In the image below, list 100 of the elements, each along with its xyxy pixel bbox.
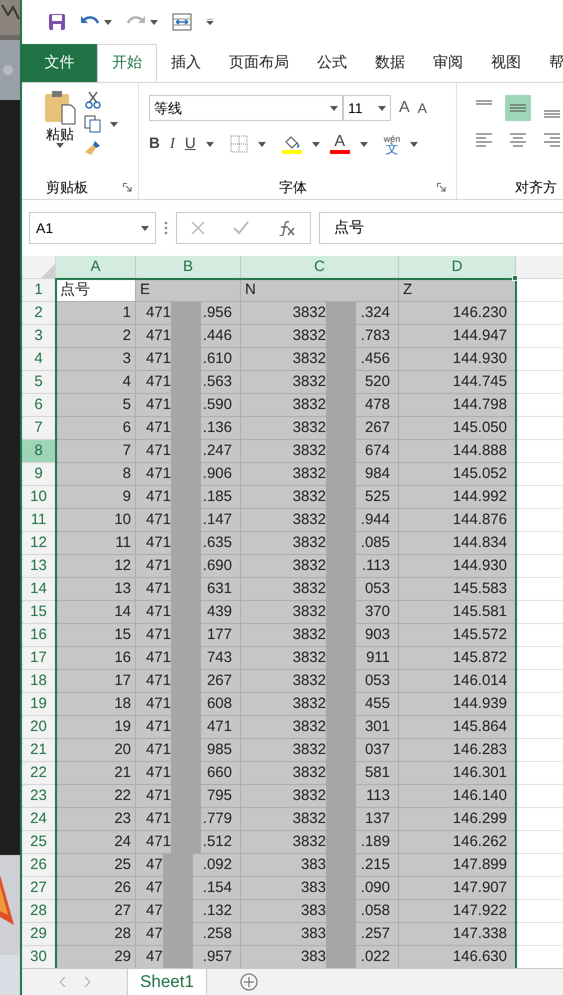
- fill-color-icon[interactable]: [282, 134, 302, 154]
- name-box[interactable]: A1: [29, 212, 156, 244]
- caret-icon[interactable]: [104, 20, 112, 24]
- ribbon-tab[interactable]: 插入: [157, 44, 215, 82]
- cell-text: 471: [146, 418, 172, 438]
- formula-field[interactable]: 点号: [319, 212, 563, 244]
- row-header[interactable]: 23: [22, 785, 56, 808]
- table-cell: 13: [56, 578, 136, 601]
- font-size-field[interactable]: 11: [343, 95, 391, 121]
- ribbon-tab[interactable]: 页面布局: [215, 44, 303, 82]
- row-header[interactable]: 8: [22, 440, 56, 463]
- cell-text: 3832: [292, 464, 326, 484]
- align-icon[interactable]: [505, 95, 531, 121]
- column-header[interactable]: B: [136, 256, 241, 279]
- file-tab[interactable]: 文件: [22, 44, 97, 82]
- cell-text: 471: [146, 326, 172, 346]
- cell-text: 471: [146, 602, 172, 622]
- column-header[interactable]: A: [56, 256, 136, 279]
- column-header[interactable]: C: [241, 256, 399, 279]
- ribbon-tab[interactable]: 公式: [303, 44, 361, 82]
- caret-icon[interactable]: [312, 142, 320, 147]
- function-icon[interactable]: [278, 220, 296, 236]
- grow-font-button[interactable]: A: [399, 96, 410, 120]
- column-width-icon[interactable]: [172, 13, 192, 31]
- caret-icon[interactable]: [258, 142, 266, 147]
- save-icon[interactable]: [48, 13, 66, 31]
- row-header[interactable]: 29: [22, 923, 56, 946]
- row-header[interactable]: 1: [22, 279, 56, 302]
- row-header[interactable]: 9: [22, 463, 56, 486]
- launcher-icon[interactable]: [437, 182, 446, 192]
- add-sheet-icon[interactable]: [240, 973, 258, 991]
- ribbon-tab[interactable]: 数据: [361, 44, 419, 82]
- row-header[interactable]: 14: [22, 578, 56, 601]
- caret-icon[interactable]: [410, 142, 418, 147]
- row-header[interactable]: 27: [22, 877, 56, 900]
- sheet-tab[interactable]: Sheet1: [127, 969, 207, 995]
- caret-icon[interactable]: [150, 20, 158, 24]
- row-header[interactable]: 18: [22, 670, 56, 693]
- row-header[interactable]: 2: [22, 302, 56, 325]
- row-header[interactable]: 4: [22, 348, 56, 371]
- scissors-icon[interactable]: [84, 91, 102, 109]
- row-header[interactable]: 11: [22, 509, 56, 532]
- cell-text: .154: [202, 878, 232, 898]
- cell-text: 471: [146, 464, 172, 484]
- row-header[interactable]: 12: [22, 532, 56, 555]
- row-header[interactable]: 17: [22, 647, 56, 670]
- check-icon[interactable]: [233, 221, 250, 235]
- row-header[interactable]: 25: [22, 831, 56, 854]
- ribbon-tab[interactable]: 开始: [97, 44, 157, 82]
- table-cell: 144.888: [399, 440, 516, 463]
- row-header[interactable]: 26: [22, 854, 56, 877]
- shrink-font-button[interactable]: A: [418, 98, 428, 118]
- group-label: 剪贴板: [46, 178, 88, 196]
- cell-text: .563: [202, 372, 232, 392]
- copy-icon[interactable]: [84, 115, 102, 133]
- row-header[interactable]: 7: [22, 417, 56, 440]
- cell-text: 47: [146, 946, 163, 967]
- caret-icon[interactable]: [330, 106, 338, 110]
- row-header[interactable]: 28: [22, 900, 56, 923]
- caret-icon[interactable]: [206, 142, 214, 147]
- table-cell: 10: [56, 509, 136, 532]
- cell-text: 471: [146, 302, 172, 323]
- row-header[interactable]: 30: [22, 946, 56, 968]
- row-header[interactable]: 10: [22, 486, 56, 509]
- phonetic-button[interactable]: wén 文: [384, 134, 400, 154]
- caret-icon[interactable]: [110, 122, 118, 126]
- caret-icon[interactable]: [378, 106, 386, 110]
- caret-icon[interactable]: [56, 143, 64, 148]
- row-header[interactable]: 21: [22, 739, 56, 762]
- caret-icon[interactable]: [360, 142, 368, 147]
- italic-button[interactable]: I: [170, 133, 175, 156]
- cell-text: 3832: [292, 532, 326, 553]
- column-header[interactable]: D: [399, 256, 516, 279]
- row-header[interactable]: 20: [22, 716, 56, 739]
- fill-handle[interactable]: [512, 275, 518, 281]
- font-color-button[interactable]: A: [330, 134, 350, 154]
- underline-button[interactable]: U: [184, 133, 196, 156]
- border-icon[interactable]: [230, 135, 248, 154]
- table-cell: 25: [56, 854, 136, 877]
- bold-button[interactable]: B: [149, 133, 160, 156]
- customize-icon[interactable]: [206, 19, 214, 25]
- brush-icon[interactable]: [84, 139, 102, 157]
- row-header[interactable]: 15: [22, 601, 56, 624]
- row-header[interactable]: 16: [22, 624, 56, 647]
- row-header[interactable]: 22: [22, 762, 56, 785]
- font-name-field[interactable]: 等线: [149, 95, 343, 121]
- ribbon-tab[interactable]: 帮: [535, 44, 563, 82]
- ribbon-tab[interactable]: 视图: [477, 44, 535, 82]
- ribbon-tab[interactable]: 审阅: [419, 44, 477, 82]
- row-header[interactable]: 5: [22, 371, 56, 394]
- row-header[interactable]: 3: [22, 325, 56, 348]
- cell-text: 3832: [292, 556, 326, 576]
- caret-icon[interactable]: [141, 226, 149, 230]
- more-icon[interactable]: [164, 221, 168, 235]
- launcher-icon[interactable]: [123, 182, 132, 192]
- row-header[interactable]: 24: [22, 808, 56, 831]
- paste-button[interactable]: 粘贴: [42, 89, 78, 175]
- row-header[interactable]: 6: [22, 394, 56, 417]
- row-header[interactable]: 13: [22, 555, 56, 578]
- row-header[interactable]: 19: [22, 693, 56, 716]
